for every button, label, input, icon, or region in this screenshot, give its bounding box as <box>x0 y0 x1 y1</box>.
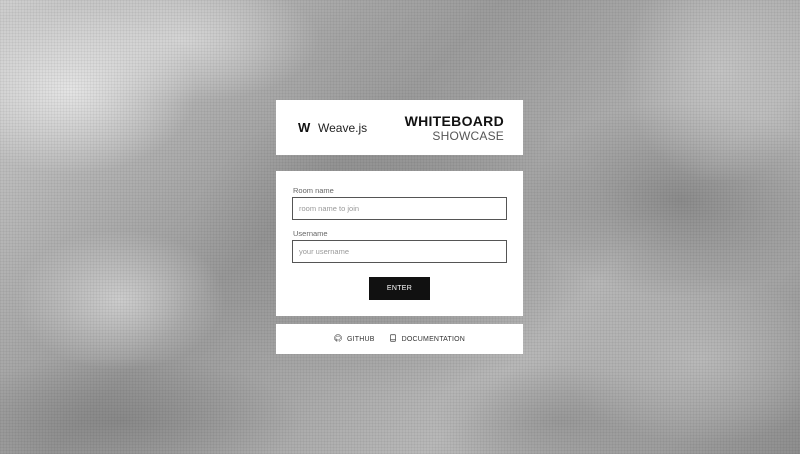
documentation-label: DOCUMENTATION <box>401 335 466 343</box>
username-input[interactable] <box>292 240 507 263</box>
logo-mark: W <box>298 120 311 135</box>
book-icon <box>389 334 397 344</box>
username-label: Username <box>293 229 328 238</box>
logo-name: Weave.js <box>318 120 368 135</box>
page-title: WHITEBOARD SHOWCASE <box>405 113 504 144</box>
documentation-link[interactable]: DOCUMENTATION <box>389 334 465 344</box>
room-name-input[interactable] <box>292 197 507 220</box>
room-name-label: Room name <box>293 186 334 195</box>
github-label: GITHUB <box>346 335 375 343</box>
title-sub: SHOWCASE <box>432 129 504 143</box>
title-main: WHITEBOARD <box>404 113 504 129</box>
header-card: W Weave.js WHITEBOARD SHOWCASE <box>276 100 523 155</box>
github-icon <box>334 334 342 344</box>
logo: W Weave.js <box>298 120 367 135</box>
github-link[interactable]: GITHUB <box>334 334 375 344</box>
footer-links: GITHUB DOCUMENTATION <box>276 324 523 354</box>
login-form: Room name Username ENTER <box>276 171 523 316</box>
enter-button[interactable]: ENTER <box>369 277 430 300</box>
